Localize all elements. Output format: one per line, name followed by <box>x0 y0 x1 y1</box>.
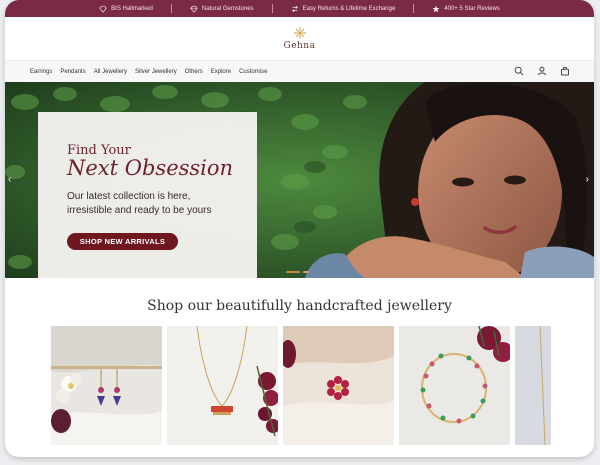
product-tile-bracelet[interactable] <box>399 326 510 445</box>
partial-product-image <box>515 326 551 445</box>
carousel-dot[interactable] <box>303 271 309 273</box>
nav-item-silver-jewellery[interactable]: Silver Jewellery <box>131 69 181 75</box>
announcement-label: Natural Gemstones <box>201 5 254 12</box>
nav-item-pendants[interactable]: Pendants <box>56 69 89 75</box>
diamond-icon <box>99 5 107 13</box>
product-tile-drop-earrings[interactable] <box>51 326 162 445</box>
hero-banner: Find Your Next Obsession Our latest coll… <box>5 82 594 278</box>
nav-item-others[interactable]: Others <box>181 69 207 75</box>
shop-new-arrivals-button[interactable]: SHOP NEW ARRIVALS <box>67 233 178 250</box>
drop-earrings-image <box>51 326 162 445</box>
announcement-label: 400+ 5 Star Reviews <box>444 5 500 12</box>
star-icon <box>432 5 440 12</box>
announcement-item-hallmarked: BIS Hallmarked <box>81 5 171 13</box>
product-tile-partial[interactable] <box>515 326 551 445</box>
carousel-dot[interactable] <box>286 271 300 273</box>
announcement-label: BIS Hallmarked <box>111 5 153 12</box>
bracelet-image <box>399 326 510 445</box>
chevron-right-icon[interactable]: › <box>586 174 589 185</box>
chevron-left-icon[interactable]: ‹ <box>8 174 11 185</box>
gem-icon <box>190 5 198 13</box>
announcement-bar: BIS Hallmarked Natural Gemstones Easy Re… <box>5 0 594 17</box>
pendant-necklace-image <box>167 326 278 445</box>
section-heading: Shop our beautifully handcrafted jewelle… <box>147 298 452 314</box>
nav-item-explore[interactable]: Explore <box>207 69 235 75</box>
hero-card: Find Your Next Obsession Our latest coll… <box>38 112 257 278</box>
carousel-dots <box>286 271 309 273</box>
announcement-item-gemstones: Natural Gemstones <box>172 5 272 13</box>
bag-icon[interactable] <box>560 66 570 76</box>
flower-stud-image <box>283 326 394 445</box>
exchange-icon <box>291 5 298 12</box>
main-nav: Earrings Pendants All Jewellery Silver J… <box>5 60 594 82</box>
hero-description-line2: irresistible and ready to be yours <box>67 205 212 216</box>
browser-frame: BIS Hallmarked Natural Gemstones Easy Re… <box>5 0 594 457</box>
nav-actions <box>514 66 570 76</box>
user-icon[interactable] <box>537 66 547 76</box>
site-header: Gehna <box>5 17 594 60</box>
announcement-item-reviews: 400+ 5 Star Reviews <box>414 5 518 13</box>
product-tile-flower-stud[interactable] <box>283 326 394 445</box>
search-icon[interactable] <box>514 66 524 76</box>
nav-item-earrings[interactable]: Earrings <box>26 69 56 75</box>
hero-heading-line2: Next Obsession <box>67 156 234 180</box>
hero-description-line1: Our latest collection is here, <box>67 191 191 202</box>
brand-logo[interactable]: Gehna <box>284 41 316 51</box>
sunburst-icon[interactable] <box>293 26 307 40</box>
announcement-item-returns: Easy Returns & Lifetime Exchange <box>273 5 414 13</box>
nav-item-all-jewellery[interactable]: All Jewellery <box>90 69 131 75</box>
product-tile-pendant[interactable] <box>167 326 278 445</box>
nav-item-customise[interactable]: Customise <box>235 69 271 75</box>
announcement-label: Easy Returns & Lifetime Exchange <box>302 5 396 12</box>
nav-links: Earrings Pendants All Jewellery Silver J… <box>5 69 271 75</box>
